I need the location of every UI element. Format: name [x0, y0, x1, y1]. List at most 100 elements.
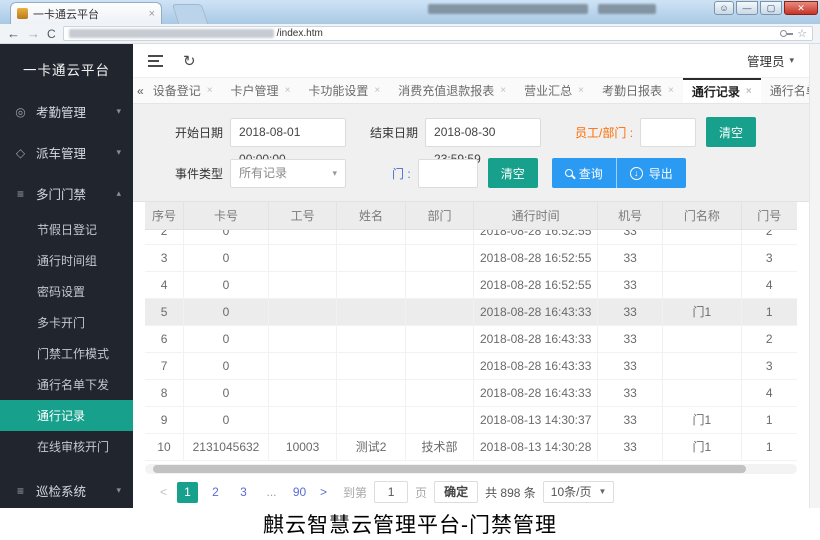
page-button-3[interactable]: 3 [233, 482, 254, 503]
goto-confirm-button[interactable]: 确定 [434, 481, 478, 503]
sidebar-subitem-multi-card-open[interactable]: 多卡开门 [0, 307, 133, 338]
maximize-button[interactable]: ▢ [760, 1, 782, 15]
cell-4 [406, 380, 474, 406]
sidebar-subitem-access-list-issue[interactable]: 通行名单下发 [0, 369, 133, 400]
table-row[interactable]: 602018-08-28 16:43:33332 [145, 326, 797, 353]
cell-3 [337, 230, 405, 245]
page-button-2[interactable]: 2 [205, 482, 226, 503]
cell-0: 8 [145, 380, 184, 406]
end-date-input[interactable]: 2018-08-30 23:59:59 [425, 118, 541, 147]
sidebar-subitem-holiday-register[interactable]: 节假日登记 [0, 214, 133, 245]
sidebar-item-patrol-system[interactable]: ≡巡检系统▾ [0, 470, 133, 508]
chevron-up-icon: ▴ [116, 188, 121, 199]
sidebar-item-attendance[interactable]: ◎考勤管理▾ [0, 91, 133, 132]
clear-staff-button[interactable]: 清空 [706, 117, 756, 147]
cell-6: 33 [598, 245, 663, 271]
query-button[interactable]: 查询 [552, 158, 616, 188]
table-row[interactable]: 502018-08-28 16:43:3333门11 [145, 299, 797, 326]
next-page-icon[interactable]: > [317, 485, 330, 499]
tab-close-icon[interactable]: × [149, 8, 155, 20]
cell-8: 4 [742, 380, 797, 406]
tab-device-register[interactable]: 设备登记× [144, 78, 222, 103]
cell-5: 2018-08-28 16:52:55 [474, 272, 598, 298]
reload-button[interactable]: C [47, 27, 56, 41]
tab-card-account[interactable]: 卡户管理× [222, 78, 300, 103]
table-row[interactable]: 10213104563210003测试2技术部2018-08-13 14:30:… [145, 434, 797, 461]
close-button[interactable]: ✕ [784, 1, 818, 15]
window-controls: ☺ — ▢ ✕ [714, 1, 818, 15]
total-count: 共 898 条 [485, 484, 536, 501]
sidebar-subitem-door-work-mode[interactable]: 门禁工作模式 [0, 338, 133, 369]
tabs-scroll-left-icon[interactable]: « [137, 78, 144, 103]
table-row[interactable]: 402018-08-28 16:52:55334 [145, 272, 797, 299]
cell-0: 7 [145, 353, 184, 379]
sidebar-subitem-online-review-open[interactable]: 在线审核开门 [0, 431, 133, 462]
horizontal-scrollbar-thumb[interactable] [153, 465, 746, 473]
page-button-1[interactable]: 1 [177, 482, 198, 503]
cell-3 [337, 407, 405, 433]
refresh-icon[interactable]: ↻ [183, 52, 196, 70]
sidebar-toggle-icon[interactable] [148, 55, 163, 67]
page-ellipsis: ... [261, 482, 282, 503]
sidebar-subitem-password-settings[interactable]: 密码设置 [0, 276, 133, 307]
tab-attendance-daily-report[interactable]: 考勤日报表× [593, 78, 683, 103]
event-type-value: 所有记录 [239, 160, 332, 187]
export-button[interactable]: ↓ 导出 [616, 158, 686, 188]
profile-button[interactable]: ☺ [714, 1, 734, 15]
url-input[interactable]: /index.htm ☆ [63, 26, 813, 41]
cell-3 [337, 272, 405, 298]
event-type-select[interactable]: 所有记录 ▾ [230, 159, 346, 188]
cell-8: 1 [742, 299, 797, 325]
page-size-select[interactable]: 10条/页 ▼ [543, 481, 615, 503]
page-button-90[interactable]: 90 [289, 482, 310, 503]
tab-close-icon[interactable]: × [668, 85, 674, 96]
tab-close-icon[interactable]: × [746, 86, 752, 97]
column-header-0: 序号 [145, 202, 184, 229]
key-icon[interactable] [780, 30, 787, 37]
forward-button[interactable]: → [27, 27, 40, 40]
redacted-title-text [428, 4, 588, 14]
start-date-input[interactable]: 2018-08-01 00:00:00 [230, 118, 346, 147]
cell-4 [406, 245, 474, 271]
tab-close-icon[interactable]: × [285, 85, 291, 96]
tab-close-icon[interactable]: × [207, 85, 213, 96]
minimize-button[interactable]: — [736, 1, 758, 15]
back-button[interactable]: ← [7, 27, 20, 40]
tab-consume-recharge-refund-report[interactable]: 消费充值退款报表× [389, 78, 515, 103]
sidebar-title: 一卡通云平台 [0, 44, 133, 91]
goto-page-label: 到第 [343, 484, 367, 501]
vertical-scrollbar[interactable] [809, 44, 820, 508]
door-input[interactable] [418, 159, 478, 188]
cell-3: 测试2 [337, 434, 405, 460]
horizontal-scrollbar[interactable] [145, 464, 797, 474]
browser-tab[interactable]: 一卡通云平台 × [10, 2, 162, 24]
tab-access-records[interactable]: 通行记录× [683, 78, 761, 103]
tab-close-icon[interactable]: × [578, 85, 584, 96]
prev-page-icon[interactable]: < [157, 485, 170, 499]
tab-close-icon[interactable]: × [500, 85, 506, 96]
bookmark-star-icon[interactable]: ☆ [797, 27, 807, 40]
table-row[interactable]: 702018-08-28 16:43:33333 [145, 353, 797, 380]
goto-page-input[interactable]: 1 [374, 481, 408, 503]
sidebar-item-multi-door-access[interactable]: ≡多门门禁▴ [0, 173, 133, 214]
clear-door-button[interactable]: 清空 [488, 158, 538, 188]
admin-label: 管理员 [747, 51, 785, 70]
table-row[interactable]: 302018-08-28 16:52:55333 [145, 245, 797, 272]
sidebar-subitem-access-time-group[interactable]: 通行时间组 [0, 245, 133, 276]
tab-close-icon[interactable]: × [374, 85, 380, 96]
staff-dept-input[interactable] [640, 118, 696, 147]
cell-4 [406, 230, 474, 245]
tab-business-summary[interactable]: 营业汇总× [515, 78, 593, 103]
new-tab-button[interactable] [172, 4, 208, 24]
table-row[interactable]: 902018-08-13 14:30:3733门11 [145, 407, 797, 434]
sidebar-item-vehicle-dispatch[interactable]: ◇派车管理▾ [0, 132, 133, 173]
chevron-down-icon: ▾ [116, 106, 121, 117]
cell-8: 2 [742, 230, 797, 245]
table-row[interactable]: 802018-08-28 16:43:33334 [145, 380, 797, 407]
sidebar-subitem-access-records[interactable]: 通行记录 [0, 400, 133, 431]
column-header-3: 姓名 [337, 202, 405, 229]
tab-card-function[interactable]: 卡功能设置× [299, 78, 389, 103]
table-row[interactable]: 202018-08-28 16:52:55332 [145, 230, 797, 245]
export-label: 导出 [649, 165, 673, 182]
admin-menu[interactable]: 管理员 ▾ [747, 51, 794, 70]
